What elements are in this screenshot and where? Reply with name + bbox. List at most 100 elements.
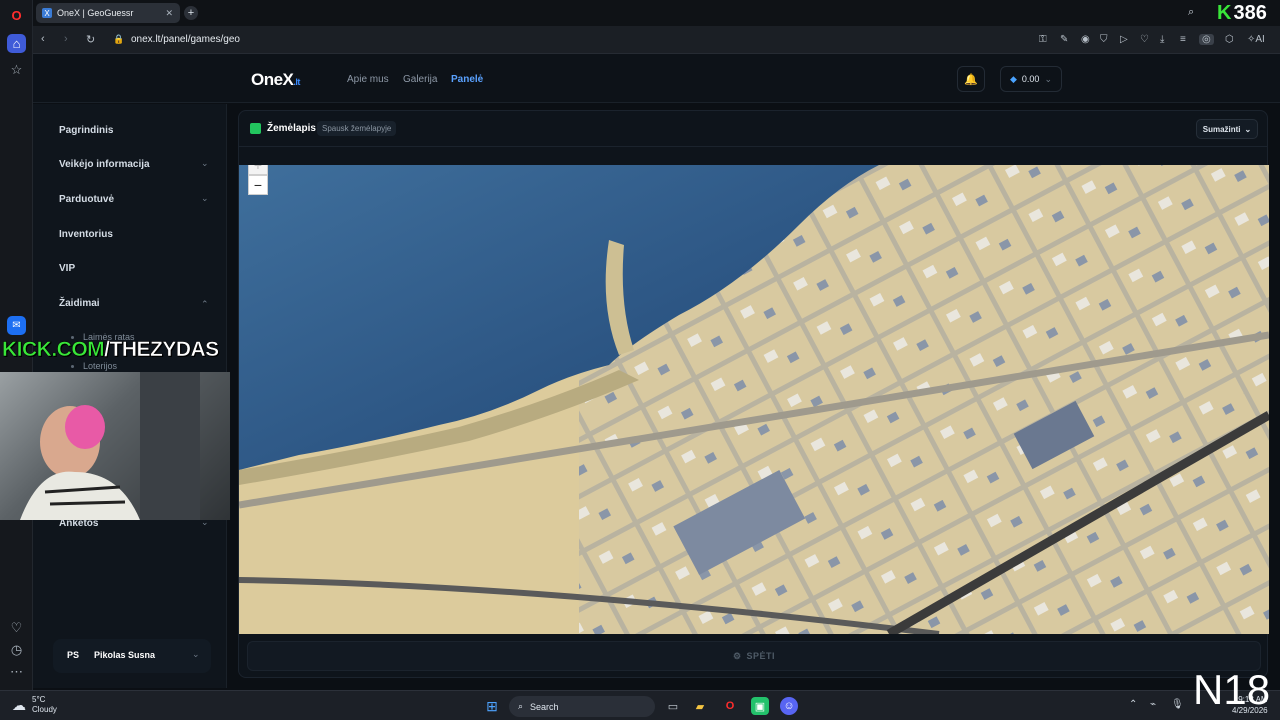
- tab-strip: X OneX | GeoGuessr ✕ + ⌕: [33, 0, 1280, 26]
- logo-suffix: .lt: [293, 77, 300, 87]
- kick-logo-icon: K: [1217, 2, 1232, 24]
- tray-overflow-icon[interactable]: ⌃: [1129, 699, 1137, 710]
- sidebar-item-pagrindinis[interactable]: Pagrindinis: [59, 125, 113, 136]
- site-header: OneX.lt Apie mus Galerija Panelė 🔔 ◆ 0.0…: [33, 54, 1280, 103]
- viewer-count: 386: [1233, 2, 1267, 24]
- cloud-icon: ☁: [12, 696, 26, 713]
- zoom-in-button[interactable]: +: [248, 165, 268, 175]
- url-field[interactable]: onex.lt/panel/games/geo: [131, 34, 240, 45]
- sidebar-item-zaidimai[interactable]: Žaidimai: [59, 298, 100, 309]
- viewer-badge: K 386: [1217, 2, 1267, 25]
- chevron-down-icon: ⌄: [201, 193, 209, 203]
- aria-label: AI: [1255, 34, 1265, 45]
- map-icon: [250, 123, 261, 134]
- chevron-up-icon: ⌃: [201, 299, 209, 309]
- weather-widget[interactable]: ☁ 5°C Cloudy: [12, 695, 57, 715]
- site-logo[interactable]: OneX.lt: [251, 70, 300, 90]
- kick-channel: /THEZYDAS: [104, 338, 220, 362]
- tab-title: OneX | GeoGuessr: [57, 8, 134, 18]
- zoom-out-button[interactable]: −: [248, 175, 268, 195]
- file-explorer-icon[interactable]: ▰: [691, 697, 709, 715]
- streamer-image: [20, 372, 200, 520]
- satellite-imagery: [239, 165, 1269, 634]
- gear-icon: ⚙: [732, 650, 742, 661]
- collapse-label: Sumažinti: [1202, 124, 1241, 134]
- temperature: 5°C: [32, 695, 46, 704]
- more-icon[interactable]: ⋯: [7, 662, 26, 681]
- notifications-button[interactable]: 🔔: [957, 66, 985, 92]
- sidebar-item-inventorius[interactable]: Inventorius: [59, 229, 113, 240]
- play-icon[interactable]: ▷: [1120, 34, 1128, 45]
- chevron-down-icon: ⌄: [192, 649, 200, 659]
- history-icon[interactable]: ◷: [7, 640, 26, 659]
- search-placeholder: Search: [530, 701, 559, 712]
- new-tab-button[interactable]: +: [184, 6, 198, 20]
- panel-hint: Spausk žemėlapyje: [317, 121, 397, 136]
- coin-icon: ◆: [1010, 73, 1017, 84]
- reload-icon[interactable]: ↻: [86, 33, 95, 46]
- close-tab-icon[interactable]: ✕: [165, 8, 173, 19]
- chevron-down-icon: ⌄: [1044, 73, 1052, 84]
- search-tabs-icon[interactable]: ⌕: [1188, 6, 1194, 19]
- guess-button[interactable]: ⚙ SPĖTI: [247, 641, 1261, 671]
- sidebar-item-vip[interactable]: VIP: [59, 263, 75, 274]
- discord-icon[interactable]: ☺: [780, 697, 798, 715]
- kick-domain: KICK.COM: [2, 338, 105, 362]
- extensions-icon[interactable]: ⬡: [1225, 34, 1234, 45]
- panel-header: Žemėlapis Spausk žemėlapyje Sumažinti ⌄: [239, 111, 1267, 147]
- tab-geoguessr[interactable]: X OneX | GeoGuessr ✕: [36, 3, 180, 23]
- profile-name: Pikolas Susna: [94, 650, 156, 660]
- address-bar: ‹ › ↻ 🔒 onex.lt/panel/games/geo ⚿ ✎ ◉ ⛉ …: [33, 26, 1280, 54]
- sidebar-subitem-loterijos[interactable]: Loterijos: [70, 361, 117, 371]
- nav-panele[interactable]: Panelė: [451, 74, 483, 85]
- collapse-button[interactable]: Sumažinti ⌄: [1196, 119, 1258, 139]
- star-icon[interactable]: ☆: [7, 60, 26, 79]
- map-panel: Žemėlapis Spausk žemėlapyje Sumažinti ⌄: [238, 110, 1269, 678]
- opera-logo-icon[interactable]: O: [7, 6, 26, 25]
- panel-title: Žemėlapis: [267, 123, 316, 134]
- guess-label: SPĖTI: [746, 651, 776, 661]
- chat-app-icon[interactable]: ▣: [751, 697, 769, 715]
- logo-text: OneX: [251, 70, 294, 89]
- sidebar-item-veikejo-informacija[interactable]: Veikėjo informacija: [59, 159, 150, 170]
- network-icon[interactable]: ⌁: [1150, 699, 1156, 710]
- heart-icon[interactable]: ♡: [7, 618, 26, 637]
- forward-icon[interactable]: ›: [64, 33, 68, 45]
- nav-apie-mus[interactable]: Apie mus: [347, 74, 389, 85]
- bell-icon: 🔔: [964, 73, 978, 86]
- profile-icon[interactable]: ◎: [1199, 34, 1214, 45]
- menu-icon[interactable]: ≡: [1180, 34, 1186, 45]
- messenger-icon[interactable]: ✉: [7, 316, 26, 335]
- opera-taskbar-icon[interactable]: O: [721, 697, 739, 715]
- windows-taskbar: ☁ 5°C Cloudy ⊞ ⌕ Search ▭ ▰ O ▣ ☺ ⌃ ⌁ 🎙 …: [0, 690, 1280, 720]
- weather-condition: Cloudy: [32, 705, 57, 714]
- satellite-map[interactable]: + −: [239, 165, 1269, 634]
- back-icon[interactable]: ‹: [41, 33, 45, 45]
- stream-link-overlay: KICK.COM/THEZYDAS: [2, 338, 220, 362]
- profile-menu[interactable]: PS Pikolas Susna ⌄: [53, 639, 211, 673]
- chevron-down-icon: ⌄: [1244, 124, 1252, 134]
- balance-dropdown[interactable]: ◆ 0.00 ⌄: [1000, 66, 1062, 92]
- key-icon[interactable]: ⚿: [1039, 34, 1047, 45]
- avatar-initials: PS: [67, 650, 80, 660]
- webcam-overlay: [0, 372, 230, 520]
- download-icon[interactable]: ⤓: [1160, 34, 1164, 45]
- search-icon: ⌕: [518, 701, 524, 711]
- home-icon[interactable]: ⌂: [7, 34, 26, 53]
- camera-icon[interactable]: ◉: [1081, 34, 1090, 45]
- shield-icon[interactable]: ⛉: [1100, 34, 1108, 45]
- aria-icon[interactable]: ✧AI: [1247, 34, 1265, 45]
- chevron-down-icon: ⌄: [201, 158, 209, 168]
- favorites-icon[interactable]: ♡: [1140, 34, 1149, 45]
- nav-galerija[interactable]: Galerija: [403, 74, 437, 85]
- edit-icon[interactable]: ✎: [1060, 34, 1068, 45]
- taskbar-search[interactable]: ⌕ Search: [509, 696, 655, 717]
- rating-overlay: N18: [1193, 666, 1271, 713]
- tab-favicon-icon: X: [42, 8, 52, 18]
- sidebar-item-parduotuve[interactable]: Parduotuvė: [59, 194, 114, 205]
- balance-value: 0.00: [1021, 74, 1040, 84]
- task-view-icon[interactable]: ▭: [664, 697, 682, 715]
- start-icon[interactable]: ⊞: [483, 697, 501, 715]
- mic-icon[interactable]: 🎙: [1171, 699, 1184, 710]
- lock-icon: 🔒: [113, 34, 125, 44]
